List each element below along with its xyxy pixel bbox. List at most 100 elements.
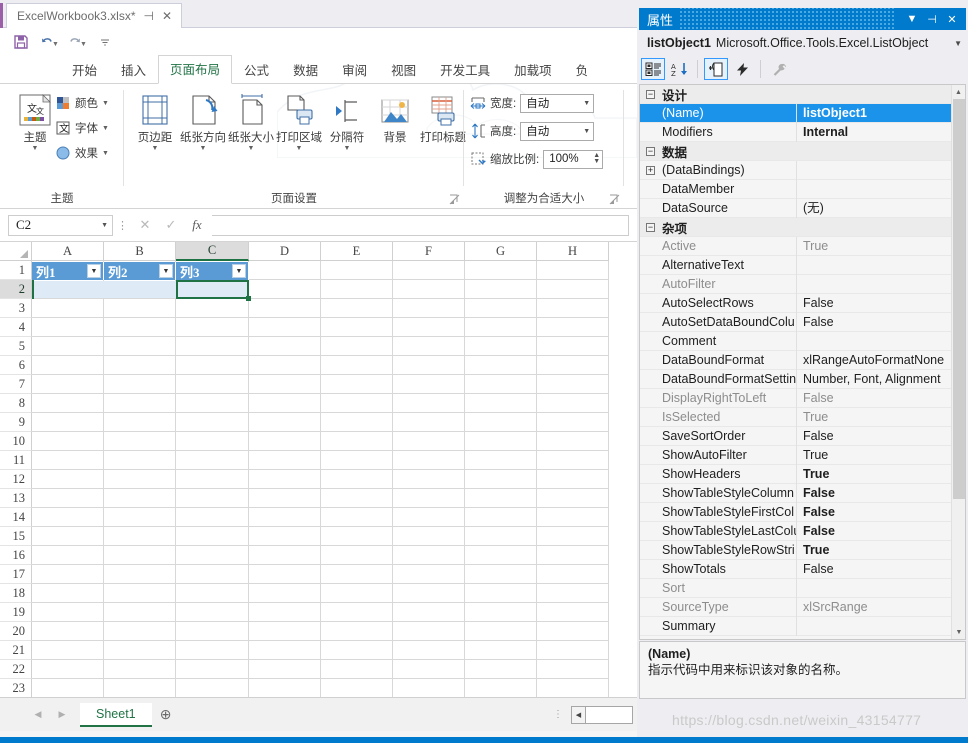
grid-cell[interactable] xyxy=(104,584,176,603)
grid-cell[interactable] xyxy=(537,413,609,432)
grid-cell[interactable] xyxy=(104,622,176,641)
chevron-down-icon[interactable]: ▼ xyxy=(178,145,228,153)
grid-cell[interactable] xyxy=(393,356,465,375)
grid-cell[interactable] xyxy=(321,584,393,603)
grid-cell[interactable] xyxy=(32,508,104,527)
property-row-autoselectrows[interactable]: AutoSelectRows False xyxy=(640,293,965,313)
print-area-button[interactable]: 打印区域 ▼ xyxy=(274,90,324,153)
grid-cell[interactable] xyxy=(537,394,609,413)
grid-cell[interactable] xyxy=(176,489,249,508)
grid-cell[interactable] xyxy=(104,394,176,413)
row-header-7[interactable]: 7 xyxy=(0,375,32,394)
property-value[interactable]: False xyxy=(796,293,965,313)
scroll-up-icon[interactable]: ▲ xyxy=(952,85,965,99)
theme-colors-button[interactable]: 颜色 ▼ xyxy=(56,92,109,114)
grid-cell[interactable] xyxy=(32,622,104,641)
column-header-D[interactable]: D xyxy=(249,242,321,261)
row-header-20[interactable]: 20 xyxy=(0,622,32,641)
grid-cell[interactable] xyxy=(393,299,465,318)
property-value[interactable] xyxy=(796,160,965,180)
grid-cell[interactable] xyxy=(249,679,321,697)
grid-cell[interactable] xyxy=(465,318,537,337)
grid-cell[interactable] xyxy=(465,641,537,660)
row-header-6[interactable]: 6 xyxy=(0,356,32,375)
row-header-10[interactable]: 10 xyxy=(0,432,32,451)
grid-cell[interactable] xyxy=(321,660,393,679)
chevron-down-icon[interactable]: ▼ xyxy=(101,221,108,229)
grid-cell[interactable] xyxy=(321,261,393,280)
grid-cell[interactable] xyxy=(321,470,393,489)
grid-cell[interactable] xyxy=(537,356,609,375)
formula-input[interactable] xyxy=(212,214,629,236)
grid-cell[interactable] xyxy=(176,318,249,337)
grid-cell[interactable] xyxy=(465,432,537,451)
confirm-icon[interactable]: ✓ xyxy=(158,215,184,236)
property-value[interactable]: False xyxy=(796,426,965,446)
grid-cell[interactable] xyxy=(537,679,609,697)
chevron-down-icon[interactable]: ▼ xyxy=(130,145,180,153)
table-body-row-2[interactable] xyxy=(34,281,179,298)
property-value[interactable] xyxy=(796,255,965,275)
name-box[interactable]: C2 ▼ xyxy=(8,214,113,236)
fill-handle[interactable] xyxy=(246,296,251,301)
background-button[interactable]: 背景 xyxy=(370,90,420,145)
grid-cell[interactable] xyxy=(537,584,609,603)
undo-icon[interactable]: ▼ xyxy=(36,31,62,53)
grid-cell[interactable] xyxy=(249,470,321,489)
chevron-down-icon[interactable]: ▼ xyxy=(274,145,324,153)
property-row-summary[interactable]: Summary xyxy=(640,616,965,636)
property-value[interactable]: xlRangeAutoFormatNone xyxy=(796,350,965,370)
redo-icon[interactable]: ▼ xyxy=(64,31,90,53)
chevron-down-icon[interactable]: ▼ xyxy=(322,145,372,153)
grid-cell[interactable] xyxy=(32,584,104,603)
grid-cell[interactable] xyxy=(393,394,465,413)
grid-cell[interactable] xyxy=(176,660,249,679)
grid-cell[interactable] xyxy=(176,470,249,489)
grid-cell[interactable] xyxy=(393,318,465,337)
property-value[interactable]: False xyxy=(796,388,965,408)
grid-cell[interactable] xyxy=(537,470,609,489)
row-header-2[interactable]: 2 xyxy=(0,280,32,299)
grid-cell[interactable] xyxy=(393,641,465,660)
grid-cell[interactable] xyxy=(32,470,104,489)
grid-cell[interactable] xyxy=(321,565,393,584)
grid-cell[interactable] xyxy=(249,546,321,565)
grid-cell[interactable] xyxy=(393,489,465,508)
grid-cell[interactable] xyxy=(393,603,465,622)
grid-cell[interactable] xyxy=(465,261,537,280)
ribbon-tab-3[interactable]: 公式 xyxy=(232,56,281,84)
grid-cell[interactable] xyxy=(537,375,609,394)
grid-cell[interactable] xyxy=(393,679,465,697)
property-value[interactable] xyxy=(796,179,965,199)
property-row-datasource[interactable]: DataSource (无) xyxy=(640,198,965,218)
property-row-displayrighttoleft[interactable]: DisplayRightToLeft False xyxy=(640,388,965,408)
collapse-toggle[interactable]: − xyxy=(646,222,655,232)
grid-cell[interactable] xyxy=(465,603,537,622)
property-row-showautofilter[interactable]: ShowAutoFilter True xyxy=(640,445,965,465)
grid-cell[interactable] xyxy=(32,546,104,565)
page-setup-dialog-launcher[interactable] xyxy=(449,194,460,205)
expand-toggle[interactable]: + xyxy=(646,165,655,175)
ribbon-tab-1[interactable]: 插入 xyxy=(109,56,158,84)
grid-cell[interactable] xyxy=(32,337,104,356)
ribbon-tab-0[interactable]: 开始 xyxy=(60,56,109,84)
grid-cell[interactable] xyxy=(249,394,321,413)
select-all-corner[interactable] xyxy=(0,242,32,261)
grid-cell[interactable] xyxy=(321,546,393,565)
property-value[interactable]: True xyxy=(796,236,965,256)
grid-cell[interactable] xyxy=(465,451,537,470)
grid-cell[interactable] xyxy=(465,508,537,527)
grid-cell[interactable] xyxy=(104,375,176,394)
ribbon-tab-8[interactable]: 加载项 xyxy=(502,56,564,84)
property-row-alternativetext[interactable]: AlternativeText xyxy=(640,255,965,275)
grid-cell[interactable] xyxy=(537,565,609,584)
collapse-toggle[interactable]: − xyxy=(646,146,655,156)
grid-cell[interactable] xyxy=(176,337,249,356)
grid-cell[interactable] xyxy=(249,603,321,622)
ribbon-tab-4[interactable]: 数据 xyxy=(281,56,330,84)
pin-icon[interactable]: ⊣ xyxy=(922,10,942,28)
property-value[interactable]: False xyxy=(796,521,965,541)
property-value[interactable]: True xyxy=(796,540,965,560)
grid-cell[interactable] xyxy=(176,375,249,394)
grid-cell[interactable] xyxy=(321,527,393,546)
